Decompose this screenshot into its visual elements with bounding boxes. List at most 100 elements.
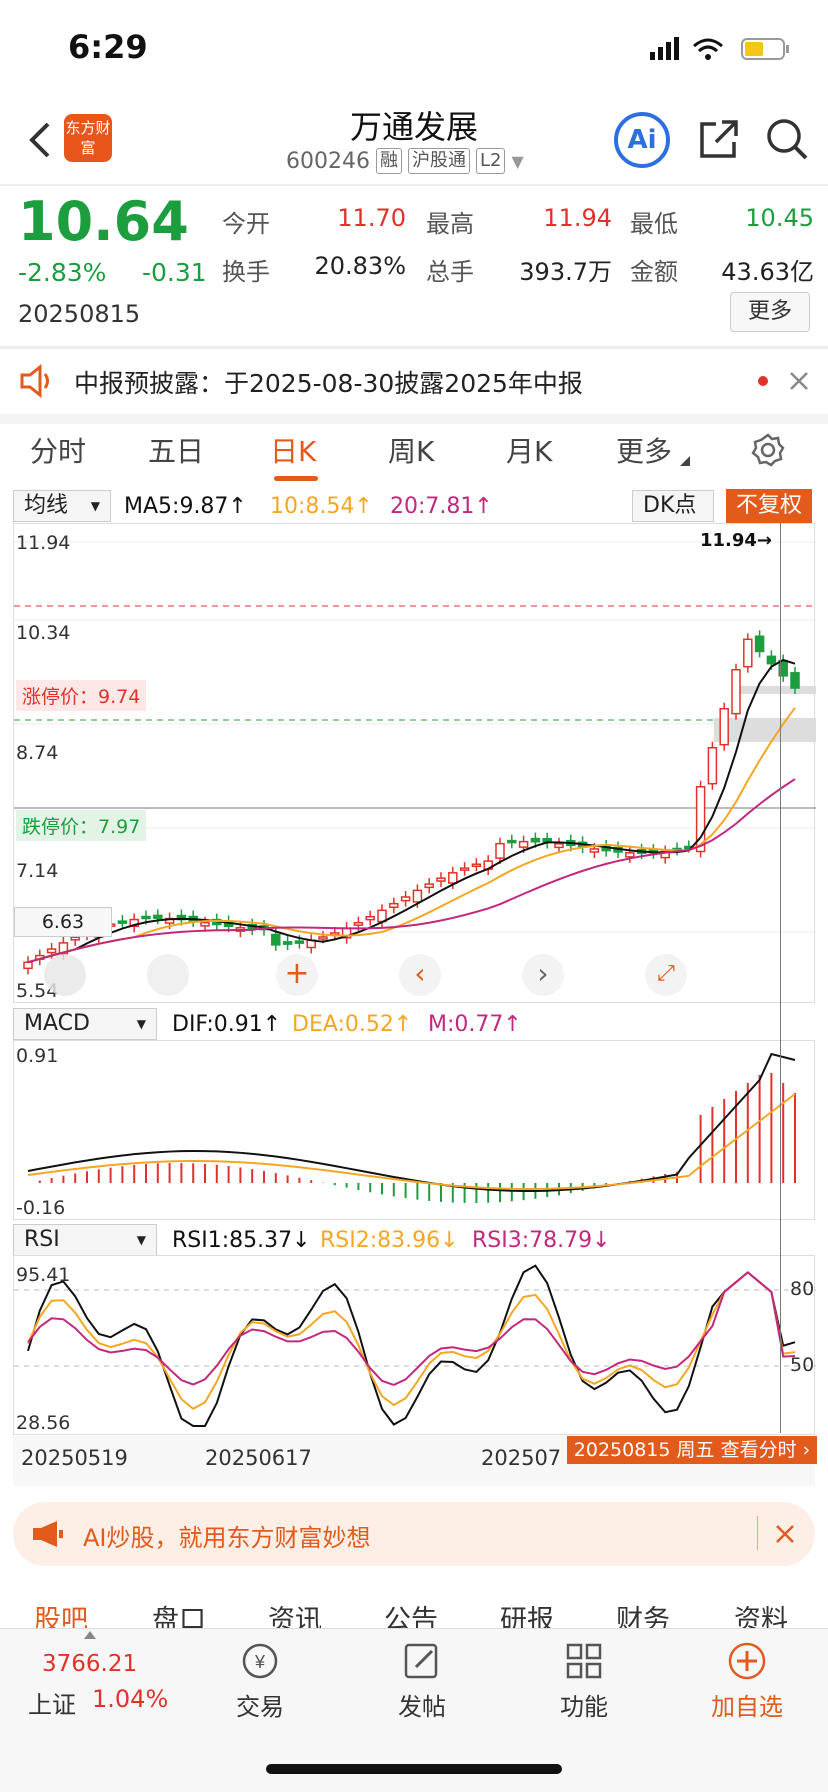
fullscreen-icon[interactable]: ⤢ [645,954,687,996]
candle [271,933,281,946]
candle [424,883,434,889]
candle [365,915,375,921]
high-marker: 11.94→ [700,530,773,551]
macd-y-top: 0.91 [16,1045,59,1067]
share-icon[interactable] [696,118,740,162]
ai-button[interactable]: Ai [614,112,670,168]
chevron-down-icon: ▼ [511,151,524,171]
ad-banner[interactable]: AI炒股，就用东方财富妙想 [13,1502,815,1566]
function-button[interactable]: 功能 [554,1629,614,1722]
rsi-y-top: 95.41 [16,1264,71,1286]
date-axis: 20250519 20250617 202507 20250815 周五 查看分… [13,1436,817,1486]
tab-monthly-k[interactable]: 月K [506,430,552,470]
price-band [714,718,816,742]
date-tooltip-text: 20250815 周五 查看分时 [573,1439,797,1461]
divider [0,184,828,186]
candle [389,902,399,909]
rsi1-legend: RSI1:85.37↓ [172,1228,311,1253]
caret-icon: ▼ [136,1017,146,1031]
caret-icon: ▼ [90,499,100,513]
close-icon[interactable] [775,1524,795,1544]
date-label: 20250617 [205,1446,312,1470]
candle [117,920,128,924]
limit-up-label: 涨停价：9.74 [16,680,147,711]
candle [294,940,305,944]
pan-left-button[interactable]: ‹ [399,954,441,996]
quote-date: 20250815 [18,300,141,328]
rsi-select-label: RSI [24,1227,60,1252]
function-label: 功能 [560,1693,608,1721]
candle [46,948,57,954]
post-button[interactable]: 发帖 [392,1629,452,1722]
rsi-line [27,1271,796,1410]
candle [153,914,163,919]
tab-more[interactable]: 更多 [616,430,672,470]
notice-bar[interactable]: 中报预披露：于2025-08-30披露2025年中报 [0,350,828,412]
rsi-chart[interactable]: 95.41 28.56 80 50 [13,1255,816,1435]
adjust-button[interactable]: 不复权 [726,489,812,523]
svg-text:¥: ¥ [254,1652,266,1672]
macd-select[interactable]: MACD ▼ [13,1008,157,1040]
tab-weekly-k[interactable]: 周K [388,430,434,470]
last-price: 10.64 [18,190,189,253]
shrink-button[interactable] [44,954,86,996]
y-label: 11.94 [16,532,71,554]
unread-dot [758,376,768,386]
date-label: 202507 [481,1446,562,1470]
index-name: 上证 [28,1691,76,1719]
rsi-select[interactable]: RSI ▼ [13,1224,157,1256]
ma10-legend: 10:8.54↑ [270,494,373,519]
gear-icon[interactable] [750,432,786,468]
divider [757,1516,758,1550]
stock-sub[interactable]: 600246 融 沪股通 L2 ▼ [286,148,524,174]
status-icons [650,37,789,60]
index-pct: 1.04% [92,1685,169,1713]
indicator-select[interactable]: 均线 ▼ [13,490,111,522]
date-tooltip-button[interactable]: 20250815 周五 查看分时 › [567,1436,817,1464]
dk-point-button[interactable]: DK点 [632,490,714,522]
dk-point-label: DK点 [643,493,697,518]
candle [731,669,741,715]
candle [719,708,729,746]
zoom-out-button[interactable] [147,954,189,996]
tab-daily-k[interactable]: 日K [270,430,316,470]
candle [436,877,446,882]
tab-five-day[interactable]: 五日 [148,430,204,470]
low-value: 10.45 [745,204,814,232]
tab-intraday[interactable]: 分时 [30,430,86,470]
y-label: 7.14 [16,860,59,882]
candle [707,747,718,785]
turnover-label: 换手 [222,258,270,286]
candle [200,921,210,927]
candle [459,867,470,871]
speaker-icon [20,364,49,398]
rsi-50-label: 50 [790,1354,815,1376]
search-icon[interactable] [764,116,812,164]
ma20-legend: 20:7.81↑ [390,494,493,519]
turnover-value: 20.83% [314,252,406,280]
dea-line [27,1093,796,1190]
status-bar: 6:29 [0,0,828,100]
more-quote-button[interactable]: 更多 [730,292,810,332]
add-watchlist-button[interactable]: 加自选 [702,1629,792,1722]
tag-connect: 沪股通 [407,148,470,174]
indicator-select-label: 均线 [24,493,69,518]
status-time: 6:29 [68,28,148,66]
candle [70,936,80,941]
trade-button[interactable]: ¥ 交易 [230,1629,290,1722]
index-value: 3766.21 [42,1651,138,1677]
kline-chart[interactable]: 11.94 10.34 8.74 7.14 5.54 11.94→ 涨停价：9.… [13,523,816,1003]
caret-icon: ▼ [136,1233,146,1247]
candle [353,921,364,926]
zoom-in-button[interactable]: + [276,954,318,996]
kline-canvas [14,541,816,975]
rsi-canvas [14,1264,816,1427]
macd-chart[interactable]: 0.91 -0.16 [13,1040,815,1220]
pan-right-button[interactable]: › [522,954,564,996]
candle [412,889,423,903]
close-icon[interactable] [788,370,810,392]
period-tabs: 分时 五日 日K 周K 月K 更多 [0,430,828,481]
limit-down-label: 跌停价：7.97 [16,810,147,841]
active-tab-indicator [274,476,318,481]
rsi-y-bottom: 28.56 [16,1412,71,1434]
